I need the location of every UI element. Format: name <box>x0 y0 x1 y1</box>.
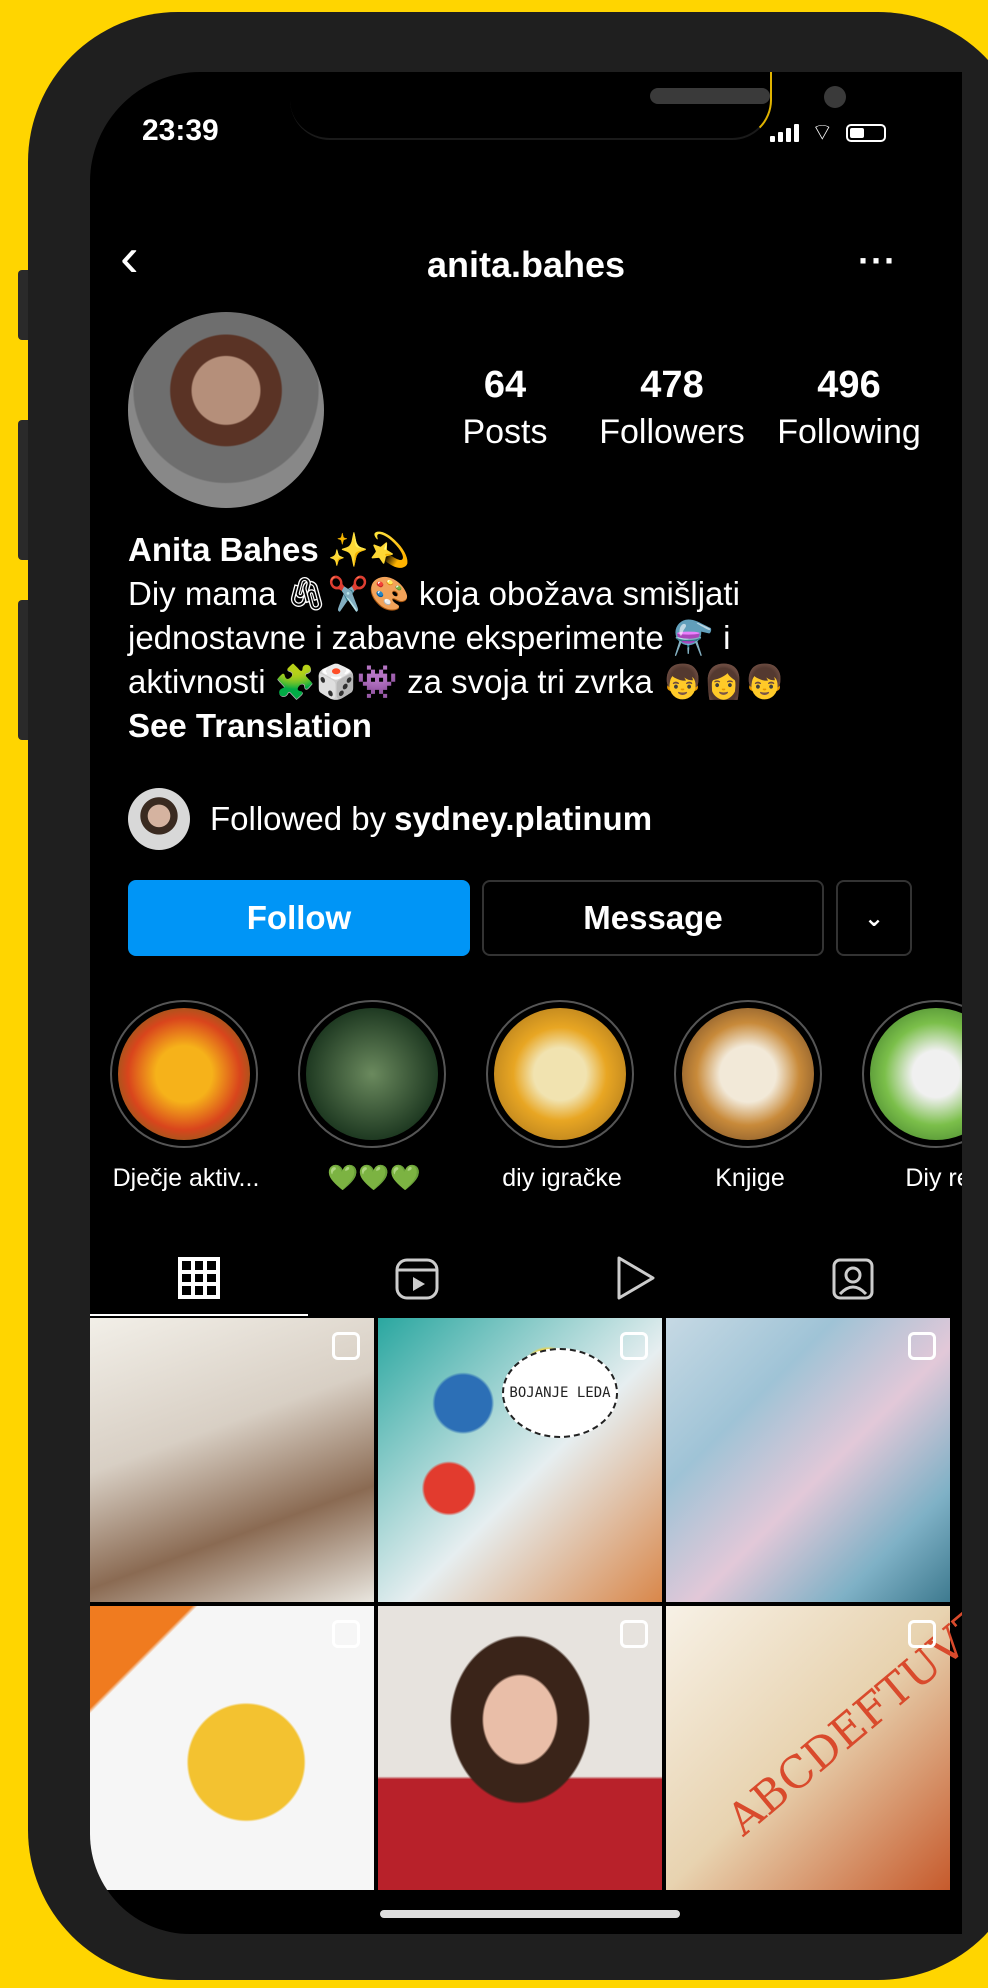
more-options-icon[interactable]: ··· <box>858 240 897 282</box>
reel-badge-icon <box>620 1620 648 1648</box>
followed-by-username: sydney.platinum <box>394 800 653 837</box>
profile-avatar[interactable] <box>128 312 324 508</box>
highlight-item[interactable]: 💚💚💚 <box>298 1000 450 1193</box>
highlight-label: Dječje aktiv... <box>112 1164 260 1192</box>
highlight-label: Diy re <box>905 1164 962 1192</box>
highlight-cover <box>110 1000 258 1148</box>
action-buttons: Follow Message ⌄ <box>128 880 912 956</box>
grid-icon-svg <box>178 1257 220 1299</box>
stat-following-count: 496 <box>817 364 881 406</box>
speaker <box>650 88 770 104</box>
carousel-badge-icon <box>332 1620 360 1648</box>
story-highlights: Dječje aktiv... 💚💚💚 diy igračke Knjige D… <box>110 1000 962 1193</box>
carousel-badge-icon <box>908 1620 936 1648</box>
grid-post[interactable]: BOJANJE LEDA <box>378 1318 662 1602</box>
highlight-item[interactable]: Knjige <box>674 1000 826 1193</box>
grid-icon[interactable] <box>90 1240 308 1316</box>
highlight-item[interactable]: Diy re <box>862 1000 962 1193</box>
post-grid: BOJANJE LEDA ABCDEFTUVZ <box>90 1318 962 1890</box>
reels-icon-svg <box>395 1258 439 1300</box>
status-time: 23:39 <box>142 114 219 147</box>
see-translation-link[interactable]: See Translation <box>128 704 928 748</box>
highlight-label: 💚💚💚 <box>327 1164 421 1192</box>
battery-icon <box>845 124 886 142</box>
video-icon[interactable] <box>526 1240 744 1316</box>
app-screen: 23:39 ⌔ ‹ anita.bahes ··· 64 Posts 478 F… <box>90 72 962 1934</box>
highlight-cover <box>862 1000 962 1148</box>
highlight-cover <box>486 1000 634 1148</box>
bio-line: Diy mama 🖇✂️🎨 koja obožava smišljati <box>128 575 740 612</box>
stat-posts-count: 64 <box>483 364 527 406</box>
profile-tabs <box>90 1240 962 1316</box>
camera <box>824 86 846 108</box>
reel-badge-icon <box>620 1332 648 1360</box>
followed-by-prefix: Followed by <box>210 800 387 837</box>
reel-badge-icon <box>332 1332 360 1360</box>
stat-following-label: Following <box>777 413 921 451</box>
video-icon-svg <box>617 1256 655 1300</box>
message-button[interactable]: Message <box>482 880 824 956</box>
home-indicator[interactable] <box>380 1910 680 1918</box>
highlight-cover <box>674 1000 822 1148</box>
bio-line: aktivnosti 🧩🎲👾 za svoja tri zvrka 👦👩👦 <box>128 663 786 700</box>
notch <box>290 72 846 140</box>
highlight-cover <box>298 1000 446 1148</box>
grid-post[interactable] <box>666 1318 950 1602</box>
post-sticker-text: BOJANJE LEDA <box>502 1348 618 1438</box>
stat-posts-label: Posts <box>462 413 548 451</box>
follower-avatar <box>128 788 190 850</box>
highlight-label: diy igračke <box>502 1164 622 1192</box>
grid-post[interactable] <box>90 1318 374 1602</box>
profile-username: anita.bahes <box>426 244 626 285</box>
stat-posts[interactable]: 64 Posts <box>430 364 580 452</box>
profile-bio: Anita Bahes ✨💫 Diy mama 🖇✂️🎨 koja obožav… <box>128 528 928 748</box>
grid-post[interactable]: ABCDEFTUVZ <box>666 1597 962 1890</box>
stat-following[interactable]: 496 Following <box>764 364 934 452</box>
reels-icon[interactable] <box>308 1240 526 1316</box>
wifi-icon: ⌔ <box>811 119 834 146</box>
stat-followers-count: 478 <box>640 364 704 406</box>
tagged-icon[interactable] <box>744 1240 962 1316</box>
top-nav: ‹ anita.bahes ··· <box>90 227 962 292</box>
profile-stats: 64 Posts 478 Followers 496 Following <box>430 364 934 452</box>
status-icons: ⌔ <box>770 119 886 146</box>
bio-line: jednostavne i zabavne eksperimente ⚗️ i <box>128 619 731 656</box>
grid-post[interactable] <box>378 1606 662 1890</box>
grid-post[interactable] <box>90 1606 374 1890</box>
highlight-item[interactable]: Dječje aktiv... <box>110 1000 262 1193</box>
tagged-icon-svg <box>832 1258 874 1300</box>
stat-followers[interactable]: 478 Followers <box>580 364 764 452</box>
followed-by[interactable]: Followed by sydney.platinum <box>128 788 652 850</box>
follow-button[interactable]: Follow <box>128 880 470 956</box>
suggested-dropdown-icon[interactable]: ⌄ <box>836 880 912 956</box>
highlight-item[interactable]: diy igračke <box>486 1000 638 1193</box>
highlight-label: Knjige <box>715 1164 785 1192</box>
profile-display-name: Anita Bahes ✨💫 <box>128 531 411 568</box>
carousel-badge-icon <box>908 1332 936 1360</box>
signal-icon <box>770 124 799 142</box>
stat-followers-label: Followers <box>599 413 745 451</box>
